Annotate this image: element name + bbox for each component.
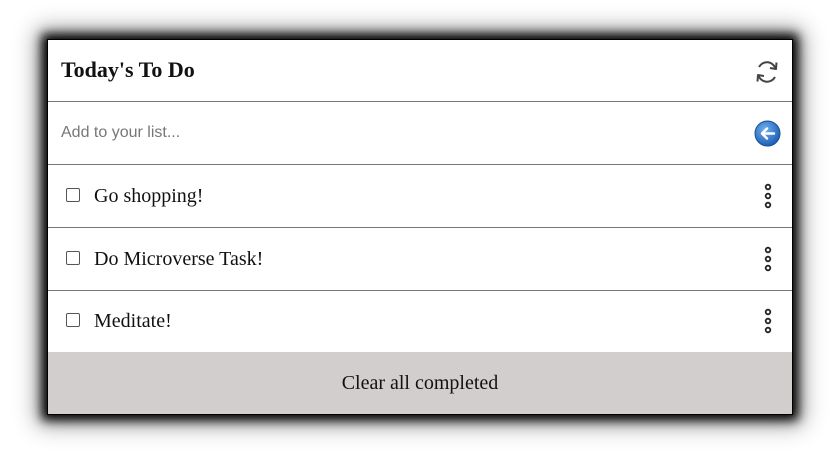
- clear-completed-label: Clear all completed: [341, 372, 499, 394]
- todo-item: Do Microverse Task!: [48, 228, 792, 291]
- todo-item: Go shopping!: [48, 165, 792, 228]
- clear-completed-button[interactable]: Clear all completed: [48, 352, 792, 414]
- todo-item: Meditate!: [48, 290, 792, 353]
- more-options-icon[interactable]: [760, 183, 776, 209]
- refresh-icon[interactable]: [754, 59, 780, 85]
- todo-checkbox[interactable]: [66, 188, 80, 202]
- add-item-row: [48, 102, 792, 165]
- todo-card: Today's To Do Go shopping!: [48, 40, 792, 414]
- todo-checkbox[interactable]: [66, 251, 80, 265]
- add-item-input[interactable]: [61, 120, 731, 146]
- more-options-icon[interactable]: [760, 308, 776, 334]
- todo-item-label: Do Microverse Task!: [94, 248, 264, 270]
- todo-item-label: Go shopping!: [94, 185, 204, 207]
- page-title: Today's To Do: [61, 57, 195, 82]
- todo-header: Today's To Do: [48, 40, 792, 102]
- more-options-icon[interactable]: [760, 246, 776, 272]
- todo-checkbox[interactable]: [66, 313, 80, 327]
- todo-item-label: Meditate!: [94, 310, 172, 332]
- arrow-left-circle-icon[interactable]: [754, 120, 781, 147]
